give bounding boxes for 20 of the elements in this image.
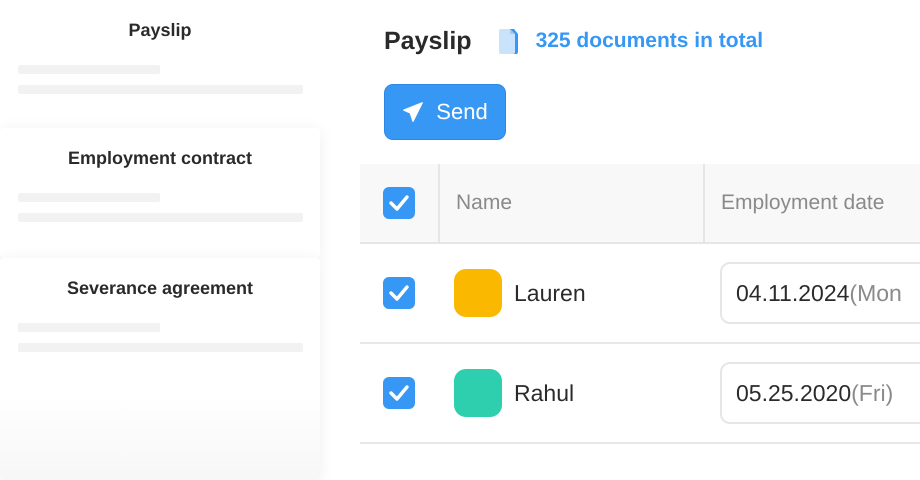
employee-name: Rahul (514, 380, 574, 406)
row-checkbox[interactable] (383, 277, 415, 309)
template-title: Severance agreement (66, 278, 254, 299)
row-checkbox[interactable] (383, 377, 415, 409)
template-title: Employment contract (68, 148, 252, 169)
checkmark-icon (389, 285, 409, 301)
date-field[interactable]: 04.11.2024(Mon (720, 262, 920, 324)
paper-plane-icon (402, 101, 424, 123)
checkmark-icon (389, 195, 409, 211)
template-card[interactable]: Severance agreement (0, 258, 320, 480)
document-count: 325 documents in total (536, 29, 764, 53)
column-header: Name (456, 191, 512, 215)
column-header: Employment date (721, 191, 884, 215)
date-field[interactable]: 05.25.2020(Fri) (720, 362, 920, 424)
checkmark-icon (389, 385, 409, 401)
template-title: Payslip (128, 20, 192, 41)
page-title: Payslip (384, 26, 472, 56)
template-card[interactable]: Employment contract (0, 128, 320, 258)
select-all-checkbox[interactable] (383, 187, 415, 219)
employee-name: Lauren (514, 280, 586, 306)
